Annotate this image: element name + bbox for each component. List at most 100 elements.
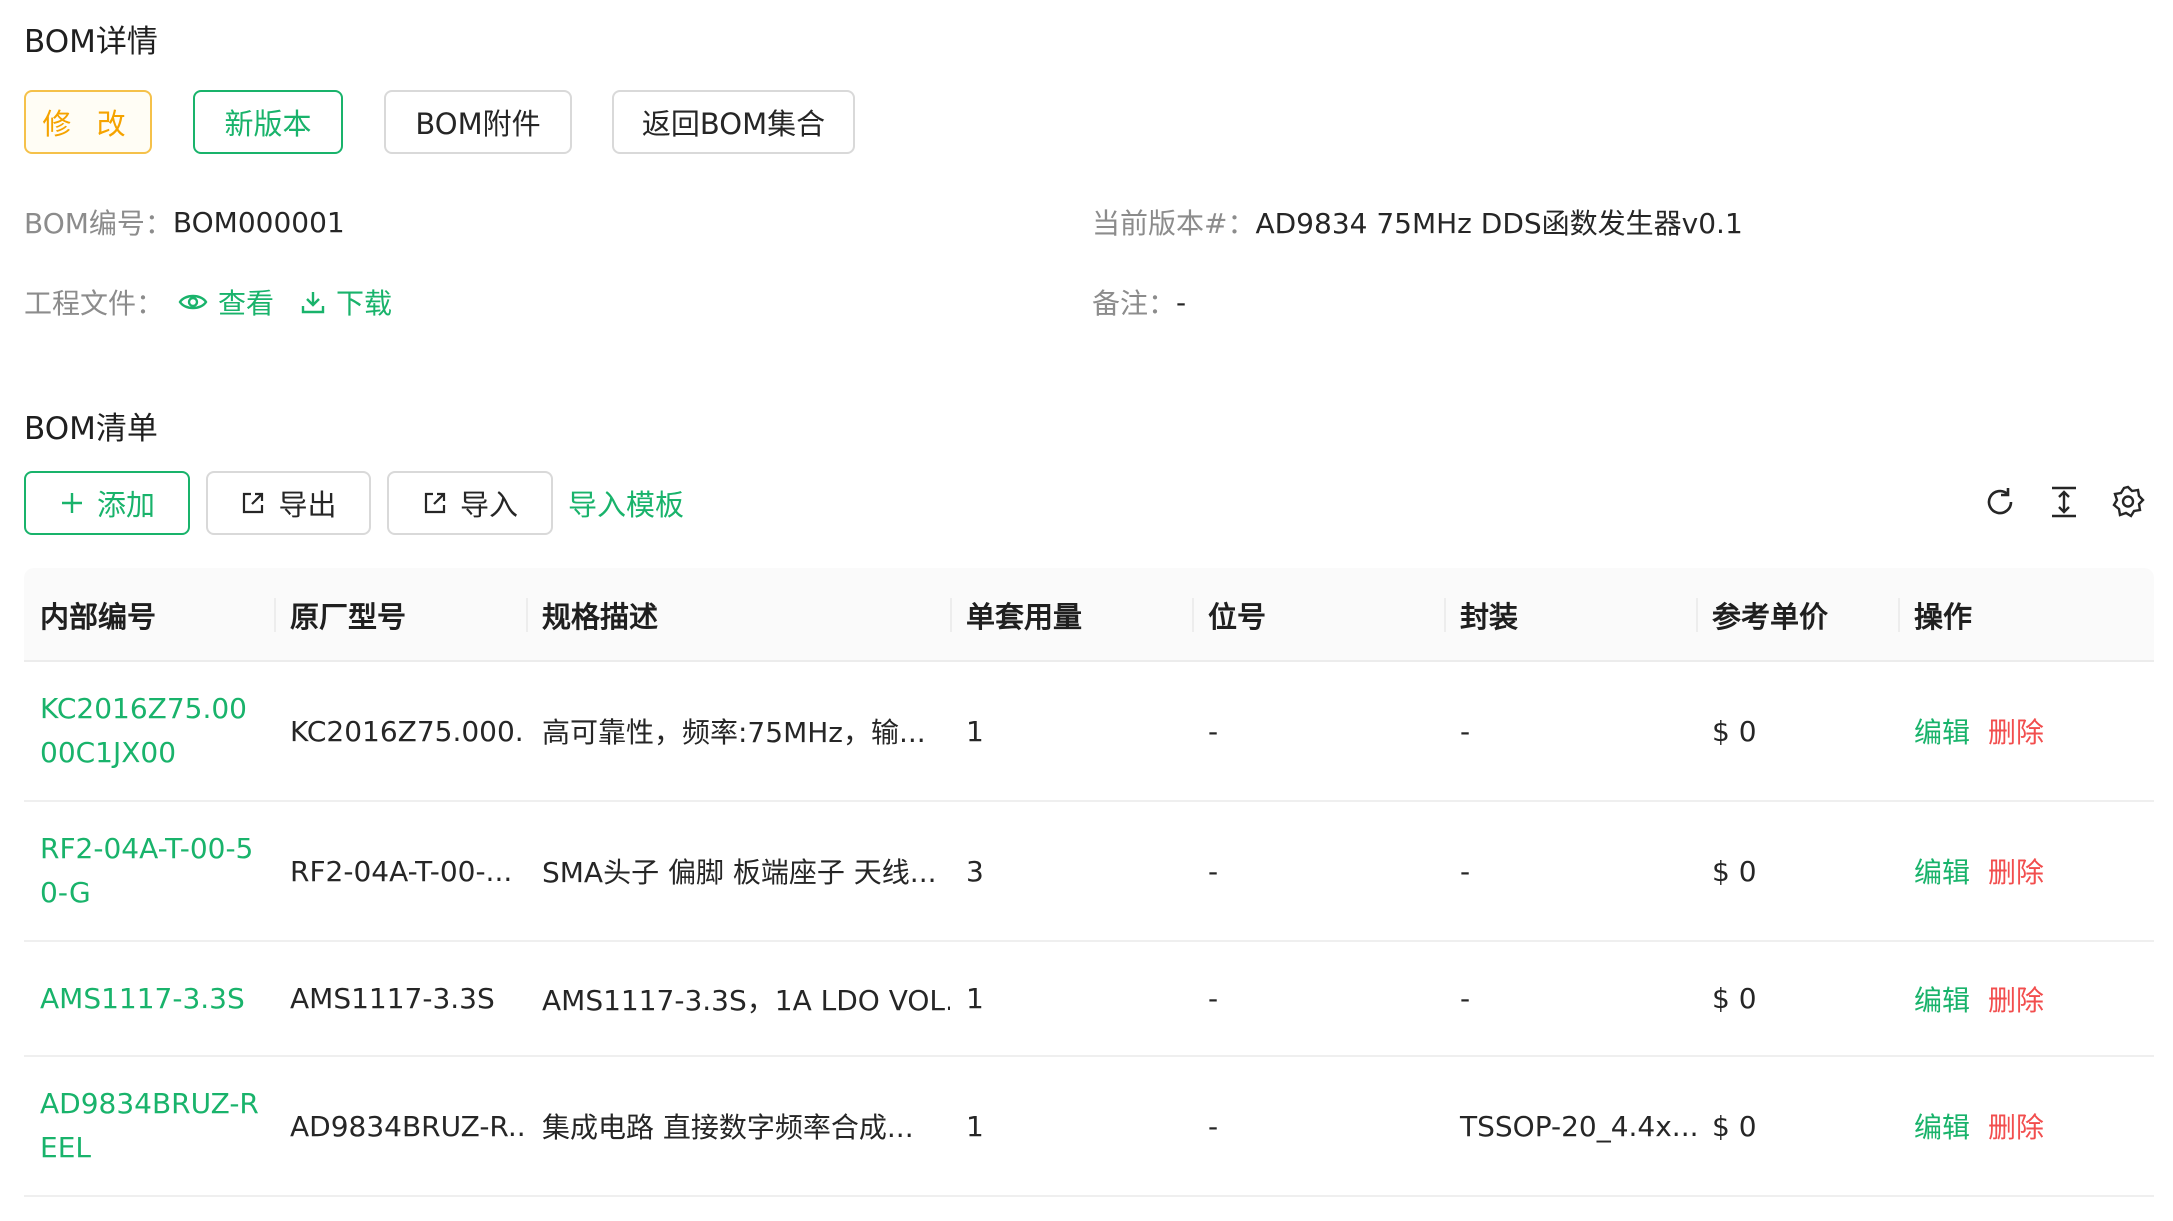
model-cell: RF2-04A-T-00-... <box>290 854 513 888</box>
current-version-label: 当前版本#： <box>1092 207 1256 240</box>
unit-price-cell: $ 0 <box>1712 982 1757 1015</box>
note-field: 备注： - <box>1092 282 1186 322</box>
bom-number-field: BOM编号： BOM000001 <box>24 202 345 242</box>
spec-cell: 集成电路 直接数字频率合成... <box>542 1111 914 1144</box>
column-divider <box>1696 598 1698 632</box>
import-icon <box>424 492 446 514</box>
column-header-label: 单套用量 <box>966 600 1083 634</box>
spec-cell: 高可靠性，频率:75MHz，输... <box>542 716 926 749</box>
unit-price-cell: $ 0 <box>1712 714 1757 748</box>
quantity-cell: 3 <box>966 854 984 888</box>
spec-cell: SMA头子 偏脚 板端座子 天线... <box>542 856 937 889</box>
column-header: 封装 <box>1444 568 1696 662</box>
column-header-label: 参考单价 <box>1712 600 1829 634</box>
import-template-link[interactable]: 导入模板 <box>568 482 684 524</box>
quantity-cell: 1 <box>966 982 984 1015</box>
column-divider <box>1192 598 1194 632</box>
table-row: AMS1117-3.3S AMS1117-3.3S AMS1117-3.3S，1… <box>24 942 2154 1057</box>
import-button-label: 导入 <box>459 488 518 522</box>
quantity-cell: 1 <box>966 714 984 748</box>
package-cell: - <box>1460 714 1471 748</box>
column-header-label: 规格描述 <box>542 600 659 634</box>
edit-row-link[interactable]: 编辑 <box>1914 979 1970 1019</box>
unit-price-cell: $ 0 <box>1712 854 1757 888</box>
plus-icon <box>61 493 82 513</box>
internal-code-link[interactable]: RF2-04A-T-00-50-G <box>24 802 264 940</box>
current-version-field: 当前版本#： AD9834 75MHz DDS函数发生器v0.1 <box>1092 202 1743 242</box>
column-header: 原厂型号 <box>274 568 526 662</box>
bom-number-value: BOM000001 <box>172 205 345 239</box>
column-divider <box>950 598 952 632</box>
delete-row-link[interactable]: 删除 <box>1988 979 2044 1019</box>
quantity-cell: 1 <box>966 1109 984 1143</box>
view-file-label: 查看 <box>218 287 275 320</box>
add-button[interactable]: 添加 <box>24 471 190 535</box>
table-row: RF2-04A-T-00-50-G RF2-04A-T-00-... SMA头子… <box>24 802 2154 942</box>
spec-cell: AMS1117-3.3S，1A LDO VOL... <box>542 983 950 1017</box>
actions-cell: 编辑 删除 <box>1898 942 2154 1055</box>
bom-number-label: BOM编号： <box>24 207 173 240</box>
eye-icon <box>178 294 208 310</box>
project-file-label: 工程文件： <box>24 287 165 320</box>
delete-row-link[interactable]: 删除 <box>1988 711 2044 751</box>
edit-button[interactable]: 修 改 <box>24 90 152 154</box>
table-row: AD9834BRUZ-REEL AD9834BRUZ-R... 集成电路 直接数… <box>24 1057 2154 1197</box>
back-button-label: 返回BOM集合 <box>641 107 826 141</box>
bom-attachment-button[interactable]: BOM附件 <box>384 90 572 154</box>
ref-designator-cell: - <box>1208 1109 1219 1143</box>
column-header: 规格描述 <box>526 568 950 662</box>
ref-designator-cell: - <box>1208 714 1219 748</box>
import-button[interactable]: 导入 <box>387 471 553 535</box>
ref-designator-cell: - <box>1208 982 1219 1015</box>
column-divider <box>1444 598 1446 632</box>
view-file-link[interactable]: 查看 <box>178 282 274 322</box>
edit-row-link[interactable]: 编辑 <box>1914 1106 1970 1146</box>
column-header-label: 原厂型号 <box>290 600 407 634</box>
back-to-bom-collection-button[interactable]: 返回BOM集合 <box>612 90 855 154</box>
new-version-button[interactable]: 新版本 <box>193 90 343 154</box>
bom-detail-page: BOM详情 修 改 新版本 BOM附件 返回BOM集合 BOM编号： BOM00… <box>0 0 2173 1221</box>
column-header: 参考单价 <box>1696 568 1898 662</box>
settings-gear-icon[interactable] <box>2110 484 2146 520</box>
note-label: 备注： <box>1092 287 1177 320</box>
project-file-field: 工程文件： 查看 下载 <box>24 282 392 322</box>
delete-row-link[interactable]: 删除 <box>1988 1106 2044 1146</box>
delete-row-link[interactable]: 删除 <box>1988 851 2044 891</box>
edit-row-link[interactable]: 编辑 <box>1914 711 1970 751</box>
actions-cell: 编辑 删除 <box>1898 662 2154 800</box>
current-version-value: AD9834 75MHz DDS函数发生器v0.1 <box>1255 207 1743 240</box>
actions-cell: 编辑 删除 <box>1898 1057 2154 1195</box>
table-row: KC2016Z75.0000C1JX00 KC2016Z75.000... 高可… <box>24 662 2154 802</box>
column-divider <box>1898 598 1900 632</box>
note-value: - <box>1176 285 1187 319</box>
package-cell: - <box>1460 982 1471 1015</box>
column-header: 位号 <box>1192 568 1444 662</box>
internal-code-link[interactable]: KC2016Z75.0000C1JX00 <box>24 662 264 800</box>
internal-code-link[interactable]: AMS1117-3.3S <box>24 942 274 1055</box>
bom-attachment-button-label: BOM附件 <box>415 107 541 141</box>
new-version-button-label: 新版本 <box>224 107 312 141</box>
export-button[interactable]: 导出 <box>206 471 371 535</box>
column-header-label: 封装 <box>1460 600 1519 634</box>
column-divider <box>274 598 276 632</box>
table-header: 内部编号 原厂型号 规格描述 单套用量 位号 封装 参考单价 操作 <box>24 568 2154 662</box>
refresh-icon[interactable] <box>1982 484 2018 520</box>
package-cell: TSSOP-20_4.4x... <box>1460 1109 1696 1143</box>
model-cell: AMS1117-3.3S <box>290 982 495 1015</box>
download-icon <box>301 292 325 314</box>
column-header: 内部编号 <box>40 600 157 634</box>
internal-code-link[interactable]: AD9834BRUZ-REEL <box>24 1057 264 1195</box>
bom-detail-title: BOM详情 <box>24 24 158 60</box>
column-header: 操作 <box>1898 568 2154 662</box>
column-height-icon[interactable] <box>2046 484 2082 520</box>
edit-button-label: 修 改 <box>42 107 134 141</box>
ref-designator-cell: - <box>1208 854 1219 888</box>
download-file-link[interactable]: 下载 <box>300 282 392 322</box>
download-file-label: 下载 <box>336 287 393 320</box>
column-header-label: 操作 <box>1914 600 1973 634</box>
edit-row-link[interactable]: 编辑 <box>1914 851 1970 891</box>
add-button-label: 添加 <box>96 488 155 522</box>
bom-table: 内部编号 原厂型号 规格描述 单套用量 位号 封装 参考单价 操作 KC2016… <box>24 568 2154 1197</box>
column-header: 单套用量 <box>950 568 1192 662</box>
model-cell: KC2016Z75.000... <box>290 714 526 748</box>
